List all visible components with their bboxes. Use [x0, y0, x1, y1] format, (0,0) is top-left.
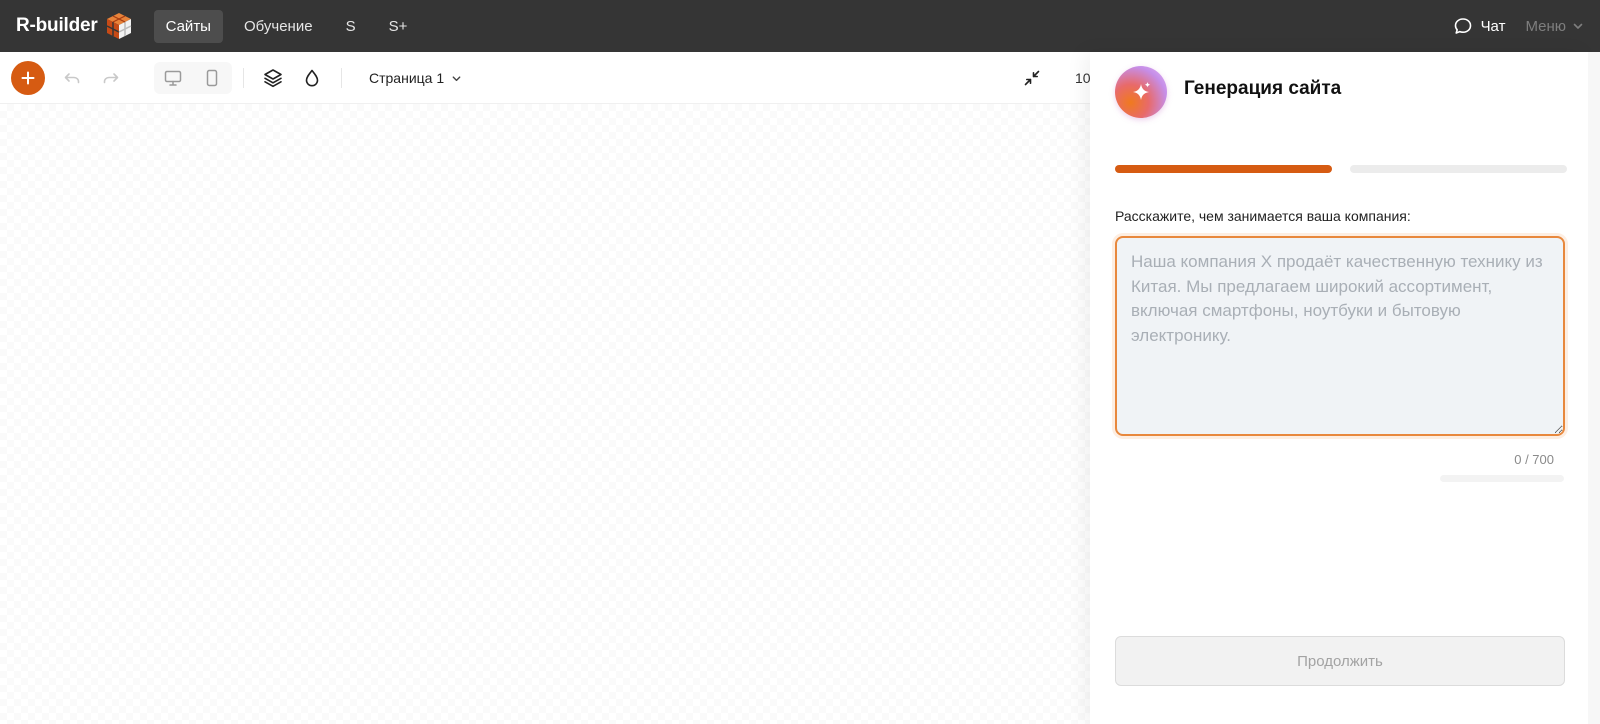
top-bar-right: Чат Меню	[1453, 0, 1600, 52]
menu-button[interactable]: Меню	[1525, 18, 1584, 35]
chevron-down-icon	[452, 75, 461, 81]
page-select-label: Страница 1	[369, 70, 445, 86]
top-bar: R-builder Сайты Обучение S S+ Чат Меню	[0, 0, 1600, 52]
desktop-view-button[interactable]	[160, 52, 186, 104]
generation-avatar	[1115, 66, 1167, 118]
site-generation-panel: Генерация сайта Расскажите, чем занимает…	[1090, 52, 1588, 724]
layers-icon	[264, 69, 282, 88]
desktop-icon	[164, 70, 182, 86]
page-select[interactable]: Страница 1	[369, 52, 462, 104]
chat-button[interactable]: Чат	[1453, 16, 1506, 36]
company-description-input[interactable]	[1115, 236, 1565, 436]
mobile-icon	[206, 69, 218, 87]
logo-text: R-builder	[16, 15, 98, 36]
scrollbar[interactable]	[1588, 52, 1600, 724]
collapse-button[interactable]	[1019, 52, 1045, 104]
droplet-icon	[305, 69, 319, 87]
chat-icon	[1454, 18, 1471, 34]
prompt-label: Расскажите, чем занимается ваша компания…	[1115, 208, 1411, 224]
collapse-icon	[1024, 70, 1040, 86]
nav-item-s[interactable]: S	[334, 10, 368, 43]
zoom-level[interactable]: 10	[1075, 52, 1091, 104]
undo-icon	[64, 73, 80, 84]
mobile-view-button[interactable]	[199, 52, 225, 104]
nav-item-s-plus[interactable]: S+	[377, 10, 420, 43]
nav-item-sites[interactable]: Сайты	[153, 9, 223, 43]
main-nav: Сайты Обучение S S+	[153, 0, 429, 52]
add-block-button[interactable]	[11, 61, 45, 95]
toolbar-divider	[243, 68, 244, 88]
chevron-down-icon	[1573, 23, 1583, 29]
panel-title: Генерация сайта	[1184, 78, 1342, 99]
undo-button[interactable]	[60, 52, 84, 104]
sparkle-icon	[1133, 82, 1151, 100]
nav-item-learning[interactable]: Обучение	[232, 10, 325, 43]
redo-button[interactable]	[99, 52, 123, 104]
menu-label: Меню	[1525, 17, 1566, 35]
logo-cube-icon	[106, 13, 131, 39]
plus-icon	[21, 71, 35, 85]
redo-icon	[103, 73, 119, 84]
step-progress	[1115, 165, 1567, 173]
logo[interactable]: R-builder	[16, 0, 134, 52]
chat-label: Чат	[1480, 17, 1506, 35]
theme-colors-button[interactable]	[299, 52, 325, 104]
hint-bar	[1440, 475, 1564, 482]
toolbar-divider	[341, 68, 342, 88]
editor-canvas[interactable]	[0, 104, 1090, 724]
progress-step-active	[1115, 165, 1332, 173]
progress-step-inactive	[1350, 165, 1567, 173]
continue-button[interactable]: Продолжить	[1115, 636, 1565, 686]
character-counter: 0 / 700	[1514, 452, 1554, 467]
layers-button[interactable]	[260, 52, 286, 104]
